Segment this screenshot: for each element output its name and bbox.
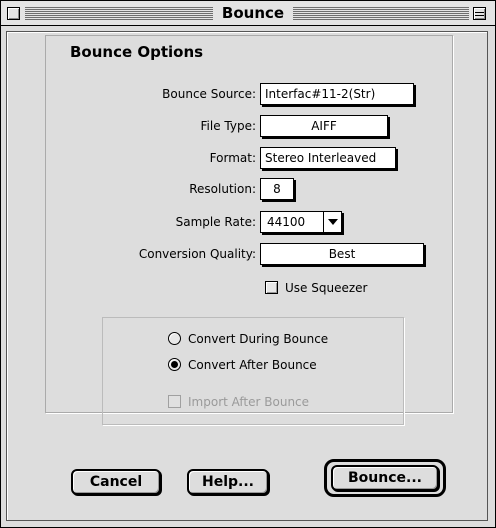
- bounce-source-popup[interactable]: Interfac#11-2(Str): [260, 83, 414, 105]
- resolution-popup[interactable]: 8: [260, 178, 294, 200]
- import-after-bounce-label: Import After Bounce: [188, 395, 310, 409]
- import-after-bounce-checkbox: [168, 395, 181, 408]
- title-bar[interactable]: Bounce: [1, 1, 495, 26]
- convert-during-bounce-radio[interactable]: [168, 332, 181, 345]
- sample-rate-value: 44100: [267, 215, 306, 229]
- file-type-label: File Type:: [200, 119, 257, 133]
- bounce-source-label: Bounce Source:: [162, 87, 256, 101]
- conversion-quality-label: Conversion Quality:: [138, 247, 256, 261]
- sample-rate-label: Sample Rate:: [175, 215, 256, 229]
- convert-during-bounce-label: Convert During Bounce: [188, 332, 329, 346]
- format-label: Format:: [209, 151, 256, 165]
- use-squeezer-label: Use Squeezer: [285, 281, 368, 295]
- convert-after-bounce-radio[interactable]: [168, 358, 181, 371]
- conversion-quality-popup[interactable]: Best: [260, 243, 424, 265]
- resolution-label: Resolution:: [189, 182, 256, 196]
- cancel-button[interactable]: Cancel: [71, 469, 161, 495]
- chevron-down-icon[interactable]: [323, 212, 341, 232]
- help-button[interactable]: Help...: [187, 469, 269, 495]
- group-title: Bounce Options: [64, 42, 210, 62]
- sample-rate-popup[interactable]: 44100: [260, 211, 342, 233]
- close-box-icon[interactable]: [7, 7, 20, 20]
- format-popup[interactable]: Stereo Interleaved: [260, 147, 396, 169]
- window-title: Bounce: [213, 4, 293, 23]
- use-squeezer-checkbox[interactable]: [265, 281, 278, 294]
- convert-after-bounce-label: Convert After Bounce: [188, 358, 317, 372]
- file-type-popup[interactable]: AIFF: [260, 115, 388, 137]
- collapse-box-icon[interactable]: [473, 7, 486, 20]
- bounce-button[interactable]: Bounce...: [331, 465, 439, 491]
